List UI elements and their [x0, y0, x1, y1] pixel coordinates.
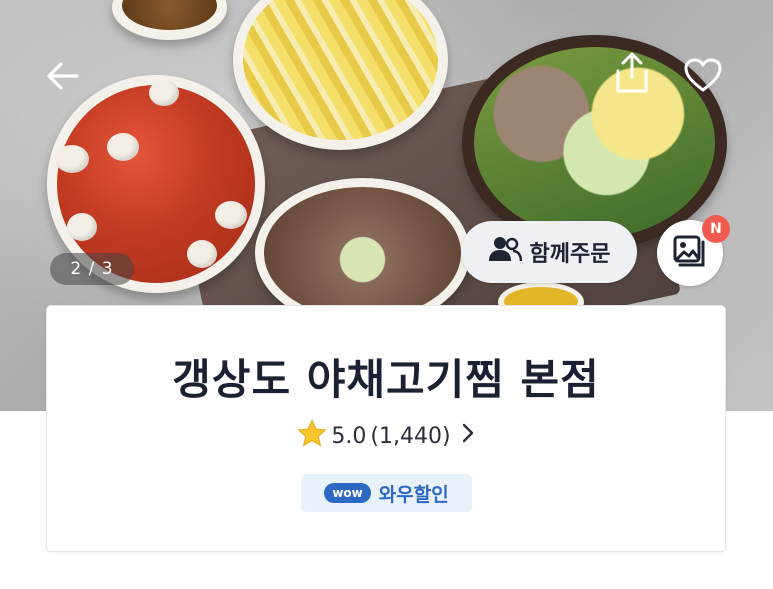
rating-link[interactable]: 5.0 (1,440) — [47, 419, 725, 453]
group-order-button[interactable]: 함께주문 — [461, 221, 637, 283]
arrow-left-icon — [45, 61, 79, 95]
group-order-label: 함께주문 — [529, 242, 611, 267]
heart-icon — [683, 57, 723, 97]
wow-discount-badge: wow 와우할인 — [301, 474, 472, 512]
back-button[interactable] — [40, 58, 84, 98]
new-badge: N — [702, 215, 730, 243]
side-dish-bowl — [112, 0, 227, 40]
favorite-button[interactable] — [680, 56, 726, 98]
chevron-right-icon — [461, 422, 475, 450]
store-name: 갱상도 야채고기찜 본점 — [172, 355, 600, 404]
rating-value: 5.0 — [331, 423, 367, 449]
wow-pill: wow — [324, 483, 371, 503]
photo-gallery-icon — [672, 234, 708, 272]
wow-discount-text: 와우할인 — [378, 483, 449, 506]
share-icon — [612, 51, 652, 99]
people-icon — [488, 236, 522, 268]
review-count: (1,440) — [370, 423, 451, 449]
share-button[interactable] — [609, 52, 655, 98]
store-info-card: 갱상도 야채고기찜 본점 5.0 (1,440) wow 와우할인 — [47, 306, 725, 551]
gallery-page-indicator: 2 / 3 — [50, 253, 134, 285]
star-icon — [297, 419, 328, 453]
